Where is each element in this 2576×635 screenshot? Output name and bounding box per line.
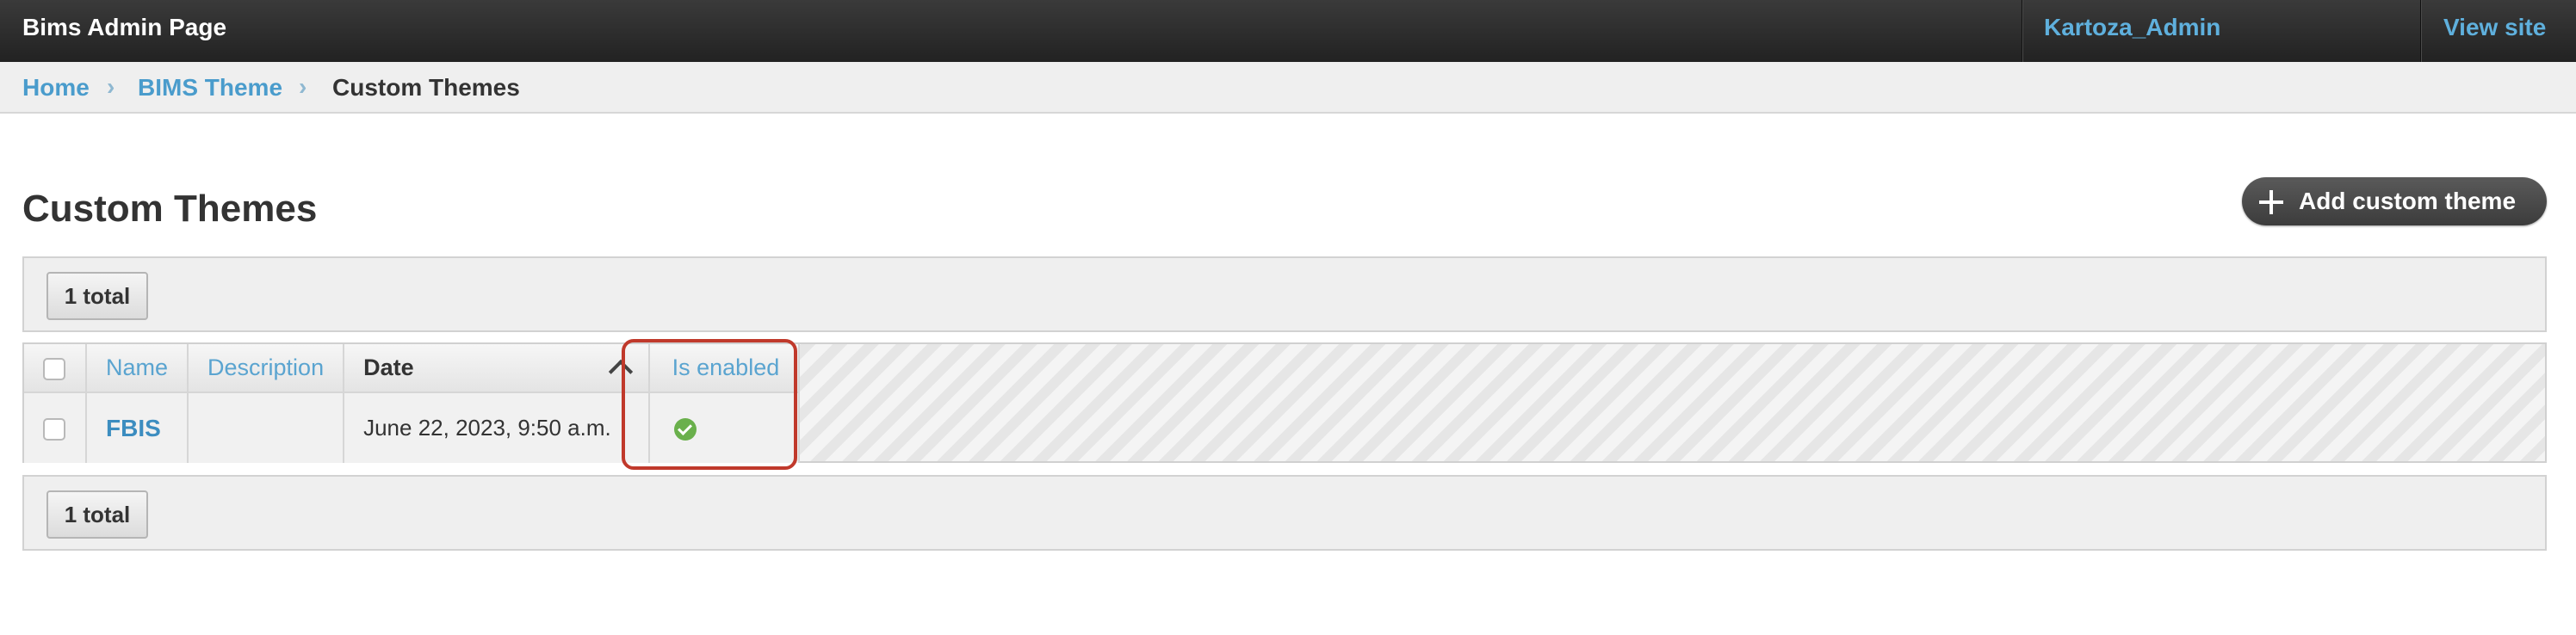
row-date: June 22, 2023, 9:50 a.m.: [344, 392, 650, 463]
chevron-right-icon: ›: [107, 73, 115, 100]
highlight-box: [622, 339, 797, 470]
row-checkbox[interactable]: [43, 418, 65, 441]
paginator-top: 1 total: [22, 256, 2547, 332]
column-header-date[interactable]: Date: [344, 344, 650, 393]
header-divider: [2022, 0, 2023, 62]
column-header-name[interactable]: Name: [86, 344, 189, 393]
select-all-cell: [24, 344, 87, 393]
breadcrumb-home[interactable]: Home: [22, 62, 90, 114]
user-link[interactable]: Kartoza_Admin: [2044, 0, 2220, 62]
column-header-date-label: Date: [363, 354, 414, 380]
row-description: [188, 392, 345, 463]
breadcrumb: Home › BIMS Theme › Custom Themes: [0, 62, 2576, 114]
admin-header: Bims Admin Page Kartoza_Admin View site: [0, 0, 2576, 62]
row-name-link[interactable]: FBIS: [86, 392, 189, 463]
total-count-button[interactable]: 1 total: [46, 272, 148, 320]
total-count-button[interactable]: 1 total: [46, 490, 148, 539]
row-select-cell: [24, 392, 87, 463]
chevron-right-icon: ›: [299, 73, 307, 100]
breadcrumb-current: Custom Themes: [332, 74, 520, 101]
paginator-bottom: 1 total: [22, 475, 2547, 551]
plus-icon: [2259, 190, 2283, 214]
view-site-link[interactable]: View site: [2443, 0, 2546, 62]
column-header-description[interactable]: Description: [188, 344, 345, 393]
add-button-label: Add custom theme: [2299, 188, 2517, 214]
site-brand[interactable]: Bims Admin Page: [22, 0, 226, 62]
add-custom-theme-button[interactable]: Add custom theme: [2242, 177, 2547, 225]
breadcrumb-bims-theme[interactable]: BIMS Theme: [138, 62, 282, 114]
select-all-checkbox[interactable]: [43, 357, 65, 380]
page-title: Custom Themes: [22, 188, 318, 230]
results-table-container: Name Description Date Is enabled FBIS Ju…: [22, 342, 2547, 463]
header-divider: [2420, 0, 2422, 62]
